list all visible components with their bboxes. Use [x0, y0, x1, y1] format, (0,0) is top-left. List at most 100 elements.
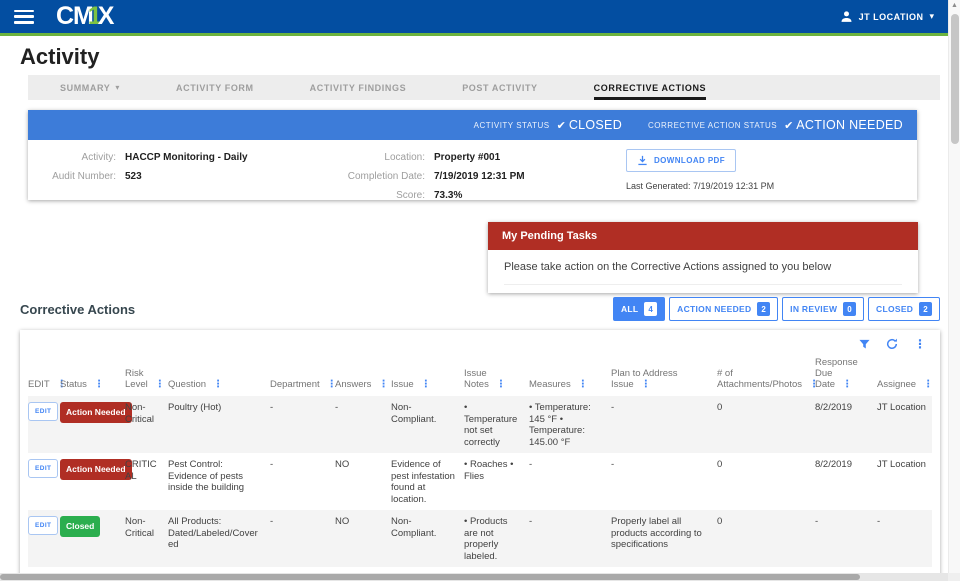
department-cell: -	[270, 459, 274, 470]
activity-status: ACTIVITY STATUS ✔ CLOSED	[474, 118, 648, 132]
table-row: EDIT Action Needed Non-Critical Poultry …	[28, 396, 932, 453]
status-badge: Action Needed	[60, 459, 132, 480]
column-header-status: Status ⋮	[60, 379, 104, 390]
scrollbar-corner	[948, 573, 960, 581]
status-badge: Action Needed	[60, 402, 132, 423]
column-menu-icon[interactable]: ⋮	[842, 379, 852, 390]
activity-summary-card: ACTIVITY STATUS ✔ CLOSED CORRECTIVE ACTI…	[28, 110, 917, 201]
issue-notes-cell: • Products are not properly labeled.	[464, 516, 508, 562]
user-menu[interactable]: JT LOCATION ▾	[840, 10, 934, 23]
column-header-plan: Plan to Address Issue ⋮	[611, 368, 678, 390]
issue-notes-cell: • Roaches • Flies	[464, 459, 514, 482]
tab-post-activity[interactable]: POST ACTIVITY	[462, 75, 537, 100]
due-date-cell: 8/2/2019	[815, 459, 852, 470]
edit-button[interactable]: EDIT	[28, 516, 59, 535]
audit-number-label: Audit Number:	[52, 171, 116, 182]
measures-cell: -	[529, 459, 533, 470]
chevron-down-icon: ▾	[929, 11, 934, 21]
filter-all-button[interactable]: ALL 4	[612, 297, 666, 321]
plan-cell: Properly label all products according to…	[611, 516, 702, 550]
filter-icon[interactable]	[859, 339, 870, 350]
location-value: Property #001	[434, 152, 501, 163]
due-date-cell: -	[815, 516, 819, 527]
tab-summary[interactable]: SUMMARY ▾	[60, 75, 120, 100]
column-header-question: Question ⋮	[168, 379, 224, 390]
filter-action-needed-button[interactable]: ACTION NEEDED 2	[669, 297, 779, 321]
pending-tasks-title: My Pending Tasks	[488, 222, 918, 250]
issue-cell: Non-Compliant.	[391, 516, 437, 539]
horizontal-scrollbar[interactable]	[0, 573, 948, 581]
question-cell: All Products: Dated/Labeled/Covered	[168, 516, 258, 550]
corrective-actions-table-card: ⋮ EDIT ⋮ Status ⋮ Risk Level ⋮ Question ⋮ De…	[20, 330, 940, 581]
corrective-action-status-value: ACTION NEEDED	[796, 118, 903, 132]
filter-in-review-count: 0	[843, 302, 857, 316]
column-menu-icon[interactable]: ⋮	[94, 379, 104, 390]
column-header-assignee: Assignee ⋮	[877, 379, 934, 390]
filter-all-count: 4	[644, 302, 658, 316]
status-filter-group: ALL 4 ACTION NEEDED 2 IN REVIEW 0 CLOSED…	[612, 297, 940, 321]
horizontal-scrollbar-thumb[interactable]	[0, 574, 860, 580]
answers-cell: NO	[335, 459, 350, 470]
assignee-cell: JT Location	[877, 459, 926, 470]
column-menu-icon[interactable]: ⋮	[923, 379, 933, 390]
column-header-attachments: # of Attachments/Photos ⋮	[717, 368, 820, 390]
score-label: Score:	[396, 190, 425, 201]
column-menu-icon[interactable]: ⋮	[641, 379, 651, 390]
tab-activity-findings[interactable]: ACTIVITY FINDINGS	[310, 75, 407, 100]
logo-text-right: X	[97, 2, 115, 30]
edit-button[interactable]: EDIT	[28, 402, 59, 421]
scroll-up-arrow-icon[interactable]: ▲	[951, 2, 958, 9]
user-menu-label: JT LOCATION	[858, 11, 924, 22]
check-icon: ✔	[784, 119, 794, 132]
vertical-scrollbar-thumb[interactable]	[951, 14, 959, 144]
column-menu-icon[interactable]: ⋮	[496, 379, 506, 390]
column-menu-icon[interactable]: ⋮	[378, 379, 388, 390]
location-label: Location:	[384, 152, 425, 163]
cmx-logo[interactable]: CM 1 X	[56, 2, 115, 31]
table-header-row: EDIT ⋮ Status ⋮ Risk Level ⋮ Question ⋮ Depa…	[28, 353, 934, 396]
column-header-issue: Issue ⋮	[391, 379, 431, 390]
corrective-actions-table: EDIT ⋮ Status ⋮ Risk Level ⋮ Question ⋮ Depa…	[28, 353, 934, 581]
plan-cell: -	[611, 402, 615, 413]
department-cell: -	[270, 402, 274, 413]
page-title: Activity	[20, 44, 100, 69]
tab-activity-form[interactable]: ACTIVITY FORM	[176, 75, 254, 100]
column-menu-icon[interactable]: ⋮	[421, 379, 431, 390]
attachments-cell: 0	[717, 516, 723, 527]
filter-in-review-button[interactable]: IN REVIEW 0	[782, 297, 865, 321]
activity-value: HACCP Monitoring - Daily	[125, 152, 248, 163]
user-icon	[841, 11, 852, 22]
activity-tabbar: SUMMARY ▾ ACTIVITY FORM ACTIVITY FINDING…	[28, 75, 940, 100]
edit-button[interactable]: EDIT	[28, 459, 59, 478]
audit-number-value: 523	[125, 171, 142, 182]
filter-closed-count: 2	[919, 302, 932, 316]
table-menu-icon[interactable]: ⋮	[914, 337, 926, 351]
tab-corrective-actions[interactable]: CORRECTIVE ACTIONS	[593, 75, 707, 100]
completion-date-value: 7/19/2019 12:31 PM	[434, 171, 525, 182]
filter-action-needed-count: 2	[757, 302, 771, 316]
filter-closed-button[interactable]: CLOSED 2	[868, 297, 940, 321]
status-banner: ACTIVITY STATUS ✔ CLOSED CORRECTIVE ACTI…	[28, 110, 917, 140]
column-menu-icon[interactable]: ⋮	[578, 379, 588, 390]
refresh-icon[interactable]	[886, 338, 898, 350]
column-menu-icon[interactable]: ⋮	[213, 379, 223, 390]
app-root: CM 1 X JT LOCATION ▾ Activity SUMMARY ▾ AC…	[0, 0, 960, 581]
activity-status-value: CLOSED	[568, 118, 623, 132]
corrective-action-status-label: CORRECTIVE ACTION STATUS	[648, 120, 778, 130]
column-header-answers: Answers ⋮	[335, 379, 389, 390]
measures-cell: -	[529, 516, 533, 527]
vertical-scrollbar[interactable]: ▲	[948, 0, 960, 573]
download-pdf-button[interactable]: DOWNLOAD PDF	[626, 149, 737, 172]
status-badge: Closed	[60, 516, 101, 537]
pending-tasks-card: My Pending Tasks Please take action on t…	[488, 222, 918, 293]
column-header-risk-level: Risk Level ⋮	[125, 368, 165, 390]
risk-level-cell: Non-Critical	[125, 402, 155, 425]
hamburger-menu-icon[interactable]	[14, 9, 34, 24]
check-icon: ✔	[556, 119, 566, 132]
column-menu-icon[interactable]: ⋮	[155, 379, 165, 390]
last-generated-text: Last Generated: 7/19/2019 12:31 PM	[626, 181, 775, 191]
table-row: EDIT Action Needed CRITICAL Pest Control…	[28, 453, 932, 510]
activity-status-label: ACTIVITY STATUS	[473, 120, 550, 130]
risk-level-cell: CRITICAL	[125, 459, 157, 482]
attachments-cell: 0	[717, 459, 723, 470]
